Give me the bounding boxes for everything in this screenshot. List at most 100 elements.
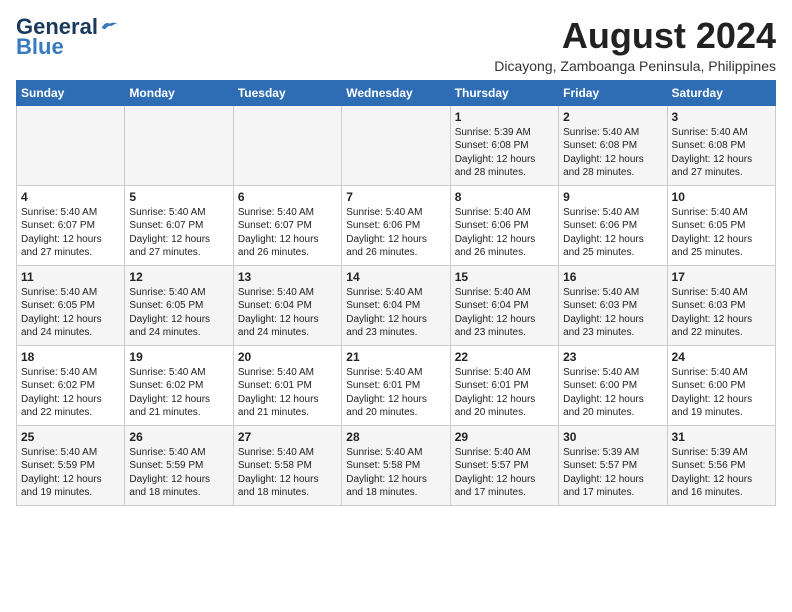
calendar-week-row: 11 Sunrise: 5:40 AM Sunset: 6:05 PM Dayli…	[17, 265, 776, 345]
day-number: 17	[672, 270, 771, 284]
day-info: Sunrise: 5:40 AM Sunset: 5:57 PM Dayligh…	[455, 446, 554, 500]
calendar-cell: 11 Sunrise: 5:40 AM Sunset: 6:05 PM Dayli…	[17, 265, 125, 345]
calendar-cell: 7Sunrise: 5:40 AM Sunset: 6:06 PM Daylig…	[342, 185, 450, 265]
calendar-cell: 26 Sunrise: 5:40 AM Sunset: 5:59 PM Dayli…	[125, 425, 233, 505]
day-number: 1	[455, 110, 554, 124]
calendar-cell: 9 Sunrise: 5:40 AM Sunset: 6:06 PM Daylig…	[559, 185, 667, 265]
day-number: 29	[455, 430, 554, 444]
calendar-cell: 3 Sunrise: 5:40 AM Sunset: 6:08 PM Daylig…	[667, 105, 775, 185]
day-info: Sunrise: 5:40 AM Sunset: 5:59 PM Dayligh…	[129, 446, 228, 500]
day-number: 3	[672, 110, 771, 124]
day-info: Sunrise: 5:40 AM Sunset: 5:58 PM Dayligh…	[238, 446, 337, 500]
day-number: 18	[21, 350, 120, 364]
day-info: Sunrise: 5:40 AM Sunset: 6:00 PM Dayligh…	[672, 366, 771, 420]
weekday-header-sunday: Sunday	[17, 80, 125, 105]
calendar-cell: 1 Sunrise: 5:39 AM Sunset: 6:08 PM Daylig…	[450, 105, 558, 185]
calendar-week-row: 25 Sunrise: 5:40 AM Sunset: 5:59 PM Dayli…	[17, 425, 776, 505]
header: General Blue August 2024 Dicayong, Zambo…	[16, 16, 776, 74]
day-info: Sunrise: 5:39 AM Sunset: 6:08 PM Dayligh…	[455, 126, 554, 180]
weekday-header-friday: Friday	[559, 80, 667, 105]
weekday-header-thursday: Thursday	[450, 80, 558, 105]
day-info: Sunrise: 5:39 AM Sunset: 5:57 PM Dayligh…	[563, 446, 662, 500]
day-info: Sunrise: 5:40 AM Sunset: 6:05 PM Dayligh…	[672, 206, 771, 260]
logo: General Blue	[16, 16, 120, 60]
calendar-cell: 10 Sunrise: 5:40 AM Sunset: 6:05 PM Dayli…	[667, 185, 775, 265]
day-info: Sunrise: 5:40 AM Sunset: 6:06 PM Dayligh…	[346, 206, 445, 260]
day-info: Sunrise: 5:40 AM Sunset: 6:05 PM Dayligh…	[129, 286, 228, 340]
calendar-cell: 16Sunrise: 5:40 AM Sunset: 6:03 PM Dayli…	[559, 265, 667, 345]
day-number: 5	[129, 190, 228, 204]
day-info: Sunrise: 5:40 AM Sunset: 6:01 PM Dayligh…	[346, 366, 445, 420]
day-number: 13	[238, 270, 337, 284]
calendar-cell: 21 Sunrise: 5:40 AM Sunset: 6:01 PM Dayli…	[342, 345, 450, 425]
calendar-week-row: 4 Sunrise: 5:40 AM Sunset: 6:07 PM Daylig…	[17, 185, 776, 265]
day-number: 26	[129, 430, 228, 444]
day-number: 19	[129, 350, 228, 364]
day-info: Sunrise: 5:40 AM Sunset: 6:06 PM Dayligh…	[563, 206, 662, 260]
calendar-cell: 22 Sunrise: 5:40 AM Sunset: 6:01 PM Dayli…	[450, 345, 558, 425]
calendar-cell	[17, 105, 125, 185]
day-number: 30	[563, 430, 662, 444]
day-info: Sunrise: 5:40 AM Sunset: 6:04 PM Dayligh…	[238, 286, 337, 340]
weekday-header-monday: Monday	[125, 80, 233, 105]
day-number: 20	[238, 350, 337, 364]
day-number: 8	[455, 190, 554, 204]
day-info: Sunrise: 5:40 AM Sunset: 6:00 PM Dayligh…	[563, 366, 662, 420]
day-info: Sunrise: 5:40 AM Sunset: 6:03 PM Dayligh…	[563, 286, 662, 340]
day-info: Sunrise: 5:40 AM Sunset: 5:58 PM Dayligh…	[346, 446, 445, 500]
calendar-cell: 25 Sunrise: 5:40 AM Sunset: 5:59 PM Dayli…	[17, 425, 125, 505]
day-number: 31	[672, 430, 771, 444]
day-number: 6	[238, 190, 337, 204]
calendar-cell: 31Sunrise: 5:39 AM Sunset: 5:56 PM Dayli…	[667, 425, 775, 505]
calendar-cell: 6 Sunrise: 5:40 AM Sunset: 6:07 PM Daylig…	[233, 185, 341, 265]
day-info: Sunrise: 5:40 AM Sunset: 6:08 PM Dayligh…	[672, 126, 771, 180]
calendar-cell	[125, 105, 233, 185]
calendar-cell: 15Sunrise: 5:40 AM Sunset: 6:04 PM Dayli…	[450, 265, 558, 345]
title-area: August 2024 Dicayong, Zamboanga Peninsul…	[494, 16, 776, 74]
calendar-cell: 17 Sunrise: 5:40 AM Sunset: 6:03 PM Dayli…	[667, 265, 775, 345]
weekday-header-row: SundayMondayTuesdayWednesdayThursdayFrid…	[17, 80, 776, 105]
calendar-cell: 12Sunrise: 5:40 AM Sunset: 6:05 PM Dayli…	[125, 265, 233, 345]
day-number: 23	[563, 350, 662, 364]
day-number: 28	[346, 430, 445, 444]
day-number: 27	[238, 430, 337, 444]
day-number: 21	[346, 350, 445, 364]
month-title: August 2024	[494, 16, 776, 56]
calendar-cell: 4Sunrise: 5:40 AM Sunset: 6:07 PM Daylig…	[17, 185, 125, 265]
day-info: Sunrise: 5:40 AM Sunset: 6:01 PM Dayligh…	[455, 366, 554, 420]
calendar-cell: 24Sunrise: 5:40 AM Sunset: 6:00 PM Dayli…	[667, 345, 775, 425]
calendar-week-row: 1 Sunrise: 5:39 AM Sunset: 6:08 PM Daylig…	[17, 105, 776, 185]
day-info: Sunrise: 5:40 AM Sunset: 6:05 PM Dayligh…	[21, 286, 120, 340]
day-number: 11	[21, 270, 120, 284]
day-number: 9	[563, 190, 662, 204]
day-info: Sunrise: 5:40 AM Sunset: 6:02 PM Dayligh…	[129, 366, 228, 420]
calendar-cell	[342, 105, 450, 185]
day-number: 10	[672, 190, 771, 204]
calendar-cell: 27 Sunrise: 5:40 AM Sunset: 5:58 PM Dayli…	[233, 425, 341, 505]
day-info: Sunrise: 5:40 AM Sunset: 6:01 PM Dayligh…	[238, 366, 337, 420]
day-number: 14	[346, 270, 445, 284]
day-info: Sunrise: 5:40 AM Sunset: 6:06 PM Dayligh…	[455, 206, 554, 260]
calendar-cell: 2Sunrise: 5:40 AM Sunset: 6:08 PM Daylig…	[559, 105, 667, 185]
day-info: Sunrise: 5:40 AM Sunset: 6:02 PM Dayligh…	[21, 366, 120, 420]
weekday-header-wednesday: Wednesday	[342, 80, 450, 105]
day-number: 25	[21, 430, 120, 444]
day-info: Sunrise: 5:40 AM Sunset: 6:03 PM Dayligh…	[672, 286, 771, 340]
calendar-cell: 28 Sunrise: 5:40 AM Sunset: 5:58 PM Dayli…	[342, 425, 450, 505]
calendar-week-row: 18 Sunrise: 5:40 AM Sunset: 6:02 PM Dayli…	[17, 345, 776, 425]
day-info: Sunrise: 5:40 AM Sunset: 6:04 PM Dayligh…	[455, 286, 554, 340]
weekday-header-tuesday: Tuesday	[233, 80, 341, 105]
calendar-cell: 14 Sunrise: 5:40 AM Sunset: 6:04 PM Dayli…	[342, 265, 450, 345]
calendar-cell: 30 Sunrise: 5:39 AM Sunset: 5:57 PM Dayli…	[559, 425, 667, 505]
day-number: 22	[455, 350, 554, 364]
calendar-cell: 5Sunrise: 5:40 AM Sunset: 6:07 PM Daylig…	[125, 185, 233, 265]
day-info: Sunrise: 5:40 AM Sunset: 6:08 PM Dayligh…	[563, 126, 662, 180]
day-number: 4	[21, 190, 120, 204]
logo-bird-icon	[100, 19, 120, 35]
day-info: Sunrise: 5:40 AM Sunset: 6:04 PM Dayligh…	[346, 286, 445, 340]
logo-blue-text: Blue	[16, 34, 64, 60]
day-info: Sunrise: 5:40 AM Sunset: 5:59 PM Dayligh…	[21, 446, 120, 500]
calendar-cell: 23 Sunrise: 5:40 AM Sunset: 6:00 PM Dayli…	[559, 345, 667, 425]
day-info: Sunrise: 5:40 AM Sunset: 6:07 PM Dayligh…	[238, 206, 337, 260]
calendar-cell: 8 Sunrise: 5:40 AM Sunset: 6:06 PM Daylig…	[450, 185, 558, 265]
